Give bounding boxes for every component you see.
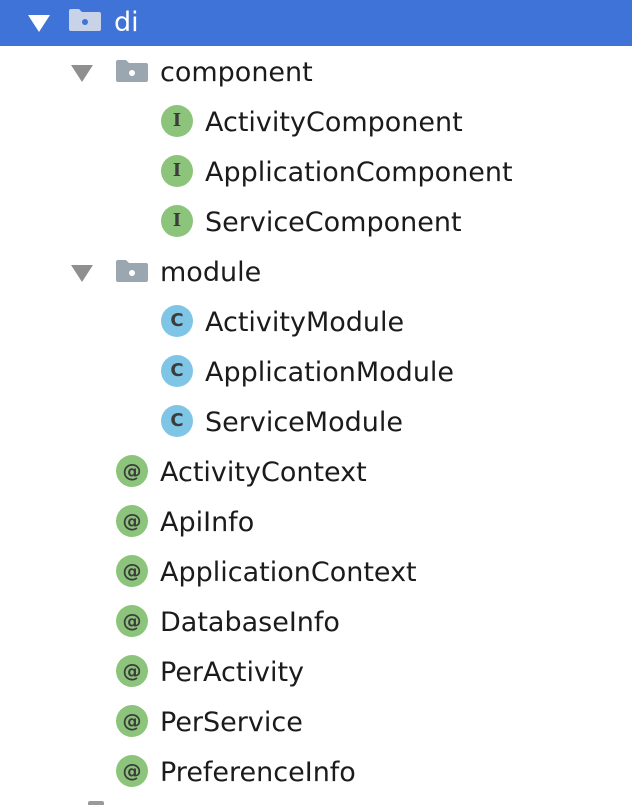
- tree-row-database-info[interactable]: @ DatabaseInfo: [0, 596, 632, 646]
- expand-arrow-icon[interactable]: [71, 265, 93, 282]
- annotation-icon: @: [116, 705, 148, 737]
- tree-row-api-info[interactable]: @ ApiInfo: [0, 496, 632, 546]
- package-folder-icon: [68, 8, 102, 32]
- tree-row-application-module[interactable]: C ApplicationModule: [0, 346, 632, 396]
- tree-row-component[interactable]: component: [0, 46, 632, 96]
- tree-label: ServiceModule: [205, 407, 403, 438]
- tree-label: component: [160, 57, 313, 88]
- tree-label: ActivityComponent: [205, 107, 463, 138]
- annotation-icon: @: [116, 555, 148, 587]
- annotation-icon: @: [116, 655, 148, 687]
- annotation-icon: @: [116, 455, 148, 487]
- tree-label: ServiceComponent: [205, 207, 462, 238]
- class-icon: C: [161, 305, 193, 337]
- tree-label: ActivityModule: [205, 307, 405, 338]
- tree-label: PreferenceInfo: [160, 757, 356, 788]
- tree-label: DatabaseInfo: [160, 607, 340, 638]
- tree-row-activity-module[interactable]: C ActivityModule: [0, 296, 632, 346]
- tree-label: ActivityContext: [160, 457, 367, 488]
- package-folder-icon: [115, 259, 149, 283]
- tree-label: PerActivity: [160, 657, 305, 688]
- annotation-icon: @: [116, 505, 148, 537]
- tree-row-service-component[interactable]: I ServiceComponent: [0, 196, 632, 246]
- tree-label: PerService: [160, 707, 303, 738]
- tree-row-activity-context[interactable]: @ ActivityContext: [0, 446, 632, 496]
- tree-label: module: [160, 257, 262, 288]
- interface-icon: I: [161, 155, 193, 187]
- class-icon: C: [161, 355, 193, 387]
- project-tree: di component I ActivityComponent I Appli…: [0, 0, 632, 796]
- tree-row-module[interactable]: module: [0, 246, 632, 296]
- tree-label: ApplicationModule: [205, 357, 455, 388]
- tree-label: ApiInfo: [160, 507, 255, 538]
- tree-row-application-component[interactable]: I ApplicationComponent: [0, 146, 632, 196]
- tree-label: di: [114, 7, 139, 38]
- tree-label: ApplicationComponent: [205, 157, 513, 188]
- expand-arrow-icon[interactable]: [28, 15, 50, 32]
- tree-row-per-service[interactable]: @ PerService: [0, 696, 632, 746]
- next-row-arrow-icon: [88, 801, 104, 805]
- tree-row-activity-component[interactable]: I ActivityComponent: [0, 96, 632, 146]
- tree-row-application-context[interactable]: @ ApplicationContext: [0, 546, 632, 596]
- package-folder-icon: [115, 59, 149, 83]
- tree-row-service-module[interactable]: C ServiceModule: [0, 396, 632, 446]
- tree-row-preference-info[interactable]: @ PreferenceInfo: [0, 746, 632, 796]
- tree-row-di[interactable]: di: [0, 0, 632, 46]
- class-icon: C: [161, 405, 193, 437]
- interface-icon: I: [161, 105, 193, 137]
- tree-row-per-activity[interactable]: @ PerActivity: [0, 646, 632, 696]
- tree-label: ApplicationContext: [160, 557, 417, 588]
- expand-arrow-icon[interactable]: [71, 65, 93, 82]
- interface-icon: I: [161, 205, 193, 237]
- annotation-icon: @: [116, 605, 148, 637]
- annotation-icon: @: [116, 755, 148, 787]
